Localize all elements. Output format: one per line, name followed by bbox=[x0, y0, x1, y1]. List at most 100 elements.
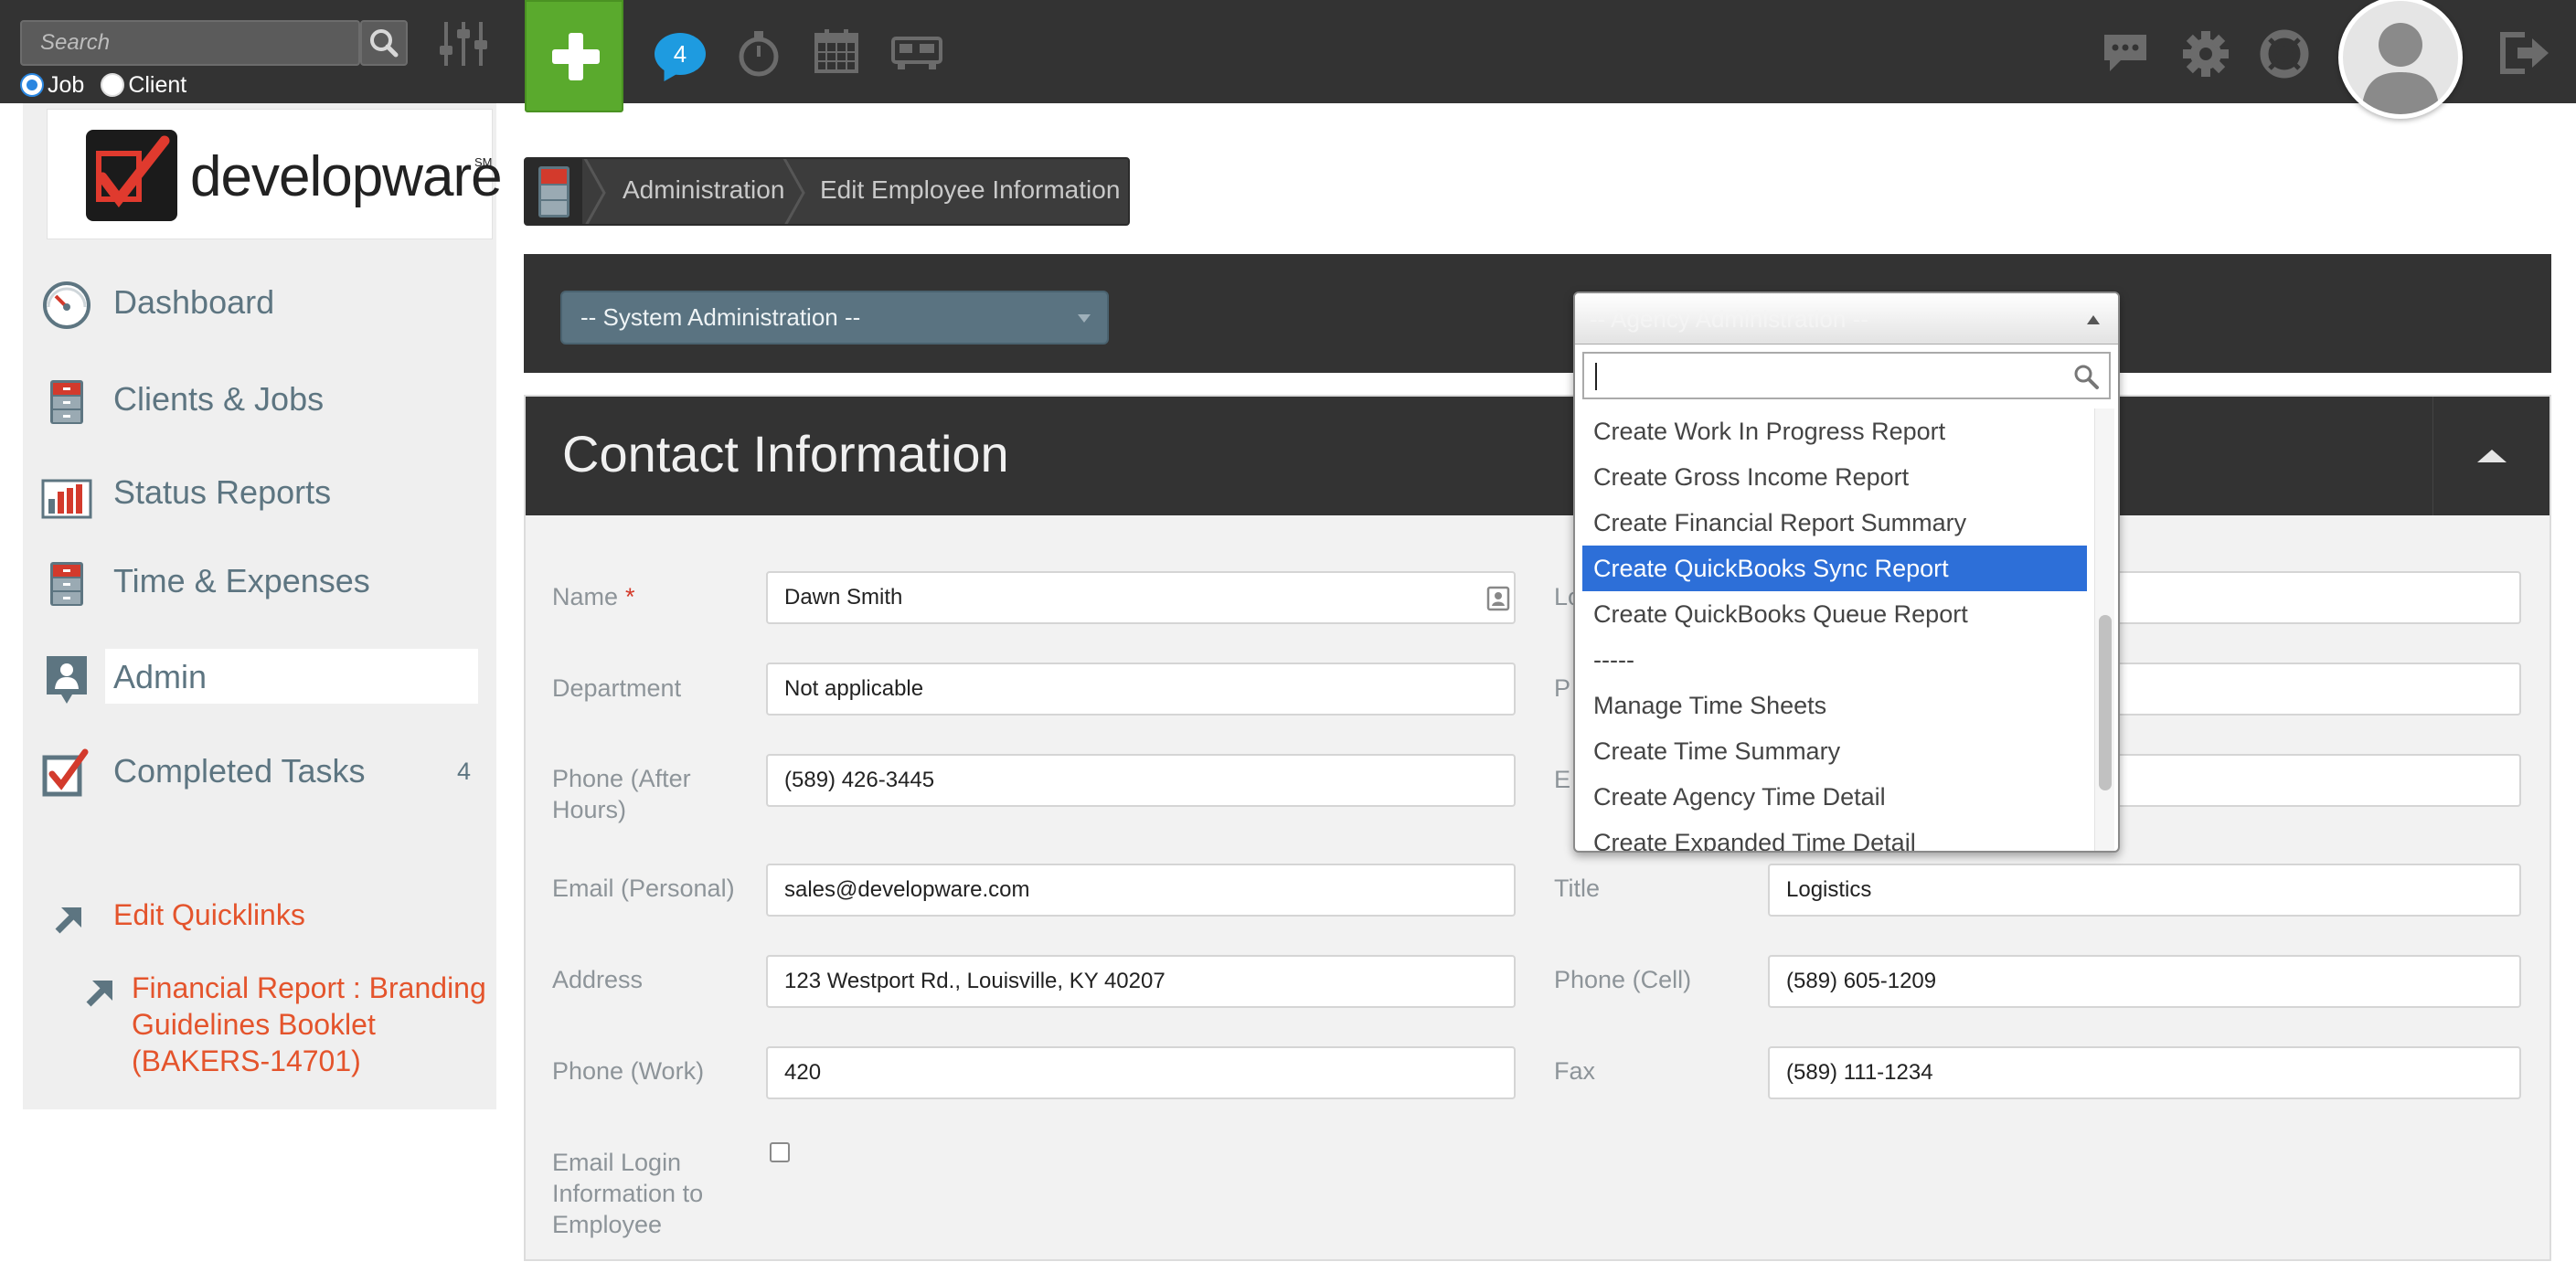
chat-icon[interactable] bbox=[2101, 29, 2150, 77]
dropdown-search-input[interactable] bbox=[1582, 352, 2111, 399]
dropdown-option[interactable]: Create Financial Report Summary bbox=[1582, 500, 2087, 546]
name-input[interactable] bbox=[766, 571, 1516, 624]
dropdown-scrollbar-thumb[interactable] bbox=[2099, 615, 2112, 790]
search-input[interactable] bbox=[22, 22, 358, 64]
completed-count: 4 bbox=[456, 758, 471, 785]
address-input[interactable] bbox=[766, 955, 1516, 1008]
email-login-checkbox[interactable] bbox=[770, 1142, 790, 1162]
title-input[interactable] bbox=[1768, 864, 2521, 917]
search-icon bbox=[370, 29, 399, 58]
dropdown-option[interactable]: Create Expanded Time Detail bbox=[1582, 820, 2087, 851]
filter-sliders-icon[interactable] bbox=[437, 18, 490, 69]
contact-card-icon[interactable] bbox=[1486, 586, 1510, 611]
file-cabinet-icon bbox=[538, 166, 569, 217]
system-administration-value: -- System Administration -- bbox=[580, 303, 861, 331]
edit-quicklinks-link[interactable]: Edit Quicklinks bbox=[113, 896, 305, 933]
dropdown-option[interactable]: Create Work In Progress Report bbox=[1582, 408, 2087, 454]
sidebar-item-label: Time & Expenses bbox=[113, 562, 370, 599]
sidebar-item-label: Admin bbox=[113, 658, 208, 695]
phone-cell-input[interactable] bbox=[1768, 955, 2521, 1008]
dropdown-scrollbar[interactable] bbox=[2094, 408, 2114, 851]
dropdown-option[interactable]: Manage Time Sheets bbox=[1582, 683, 2087, 728]
sidebar-item-label: Dashboard bbox=[113, 283, 275, 321]
agency-administration-select[interactable]: -- Agency Administration -- bbox=[1575, 293, 2118, 345]
quicklink-line-3[interactable]: (BAKERS-14701) bbox=[132, 1043, 361, 1079]
title-label: Title bbox=[1554, 875, 1601, 902]
user-silhouette-icon bbox=[2361, 23, 2440, 114]
email-personal-label: Email (Personal) bbox=[552, 875, 735, 902]
breadcrumb-home[interactable] bbox=[526, 159, 582, 224]
dropdown-option[interactable]: Create Agency Time Detail bbox=[1582, 774, 2087, 820]
sidebar-item-clients-jobs[interactable]: Clients & Jobs bbox=[23, 371, 496, 428]
gear-icon[interactable] bbox=[2181, 29, 2230, 79]
add-new-button[interactable] bbox=[525, 0, 623, 112]
name-label: Name * bbox=[552, 583, 635, 610]
top-bar: Job Client 4 bbox=[0, 0, 2576, 119]
logout-icon[interactable] bbox=[2497, 29, 2550, 77]
checkbox-icon bbox=[42, 748, 89, 797]
search-button[interactable] bbox=[360, 20, 408, 66]
text-caret bbox=[1595, 363, 1597, 390]
contact-information-panel: Contact Information bbox=[524, 395, 2551, 1261]
file-cabinet-icon bbox=[50, 380, 83, 424]
search-box[interactable] bbox=[20, 20, 360, 66]
fax-label: Fax bbox=[1554, 1057, 1596, 1085]
dropdown-option[interactable]: Create QuickBooks Queue Report bbox=[1582, 591, 2087, 637]
quicklink-line-1[interactable]: Financial Report : Branding bbox=[132, 970, 486, 1006]
sidebar-item-admin[interactable]: Admin bbox=[23, 649, 496, 705]
sidebar-item-status-reports[interactable]: Status Reports bbox=[23, 464, 496, 521]
logo-mark bbox=[86, 130, 177, 221]
agency-administration-value: -- Agency Administration -- bbox=[1590, 305, 1868, 333]
logo-trademark: SM bbox=[474, 155, 493, 169]
chevron-down-icon bbox=[1078, 314, 1091, 323]
calendar-icon[interactable] bbox=[814, 27, 859, 75]
breadcrumb-separator bbox=[583, 159, 606, 224]
name-field[interactable] bbox=[766, 571, 1516, 624]
quicklink-line-2[interactable]: Guidelines Booklet bbox=[132, 1006, 376, 1043]
admin-badge-icon bbox=[47, 656, 87, 704]
radio-job[interactable] bbox=[20, 73, 44, 97]
panel-header: Contact Information bbox=[526, 397, 2549, 515]
notification-badge[interactable]: 4 bbox=[655, 33, 706, 75]
system-administration-select[interactable]: -- System Administration -- bbox=[560, 291, 1109, 345]
logo-text: developware bbox=[190, 145, 503, 208]
user-avatar[interactable] bbox=[2338, 0, 2463, 119]
fax-input[interactable] bbox=[1768, 1046, 2521, 1099]
sidebar-item-completed-tasks[interactable]: Completed Tasks 4 bbox=[23, 743, 496, 800]
breadcrumb-administration[interactable]: Administration bbox=[623, 175, 784, 205]
search-icon bbox=[2074, 365, 2099, 389]
phone-after-hours-input[interactable] bbox=[766, 754, 1516, 807]
email-login-label-1: Email Login bbox=[552, 1149, 682, 1176]
sidebar-item-dashboard[interactable]: Dashboard bbox=[23, 274, 496, 331]
sidebar-item-time-expenses[interactable]: Time & Expenses bbox=[23, 553, 496, 610]
dropdown-option[interactable]: Create Time Summary bbox=[1582, 728, 2087, 774]
email-login-label-3: Employee bbox=[552, 1211, 663, 1238]
collapse-panel-button[interactable] bbox=[2432, 397, 2549, 515]
dropdown-separator: ----- bbox=[1593, 646, 1634, 673]
stopwatch-icon[interactable] bbox=[737, 29, 781, 79]
sidebar: developware SM Dashboard Clients & Jobs bbox=[23, 103, 503, 1109]
agency-administration-dropdown[interactable]: -- Agency Administration -- Create Work … bbox=[1573, 292, 2120, 853]
arrow-up-right-icon bbox=[55, 907, 81, 934]
phone-after-hours-label-1: Phone (After bbox=[552, 765, 691, 792]
company-logo[interactable]: developware SM bbox=[47, 109, 503, 239]
dropdown-option-selected[interactable]: Create QuickBooks Sync Report bbox=[1582, 546, 2087, 591]
email-personal-input[interactable] bbox=[766, 864, 1516, 917]
right-field-2-label: P bbox=[1554, 674, 1571, 702]
sidebar-item-label: Status Reports bbox=[113, 473, 332, 511]
bar-chart-icon bbox=[41, 479, 92, 519]
breadcrumb-edit-employee: Edit Employee Information bbox=[820, 175, 1121, 204]
phone-work-input[interactable] bbox=[766, 1046, 1516, 1099]
dropdown-option[interactable]: Create Gross Income Report bbox=[1582, 454, 2087, 500]
admin-select-bar: -- System Administration -- bbox=[524, 254, 2551, 373]
radio-client[interactable] bbox=[101, 73, 125, 97]
right-field-3-label: E bbox=[1554, 766, 1571, 793]
sidebar-item-label: Clients & Jobs bbox=[113, 380, 325, 418]
phone-after-hours-label-2: Hours) bbox=[552, 796, 627, 823]
radio-client-label: Client bbox=[128, 71, 187, 98]
help-lifebuoy-icon[interactable] bbox=[2260, 29, 2309, 79]
vehicle-icon[interactable] bbox=[890, 35, 943, 71]
panel-title: Contact Information bbox=[562, 425, 1009, 482]
department-label: Department bbox=[552, 674, 682, 702]
department-input[interactable] bbox=[766, 663, 1516, 716]
